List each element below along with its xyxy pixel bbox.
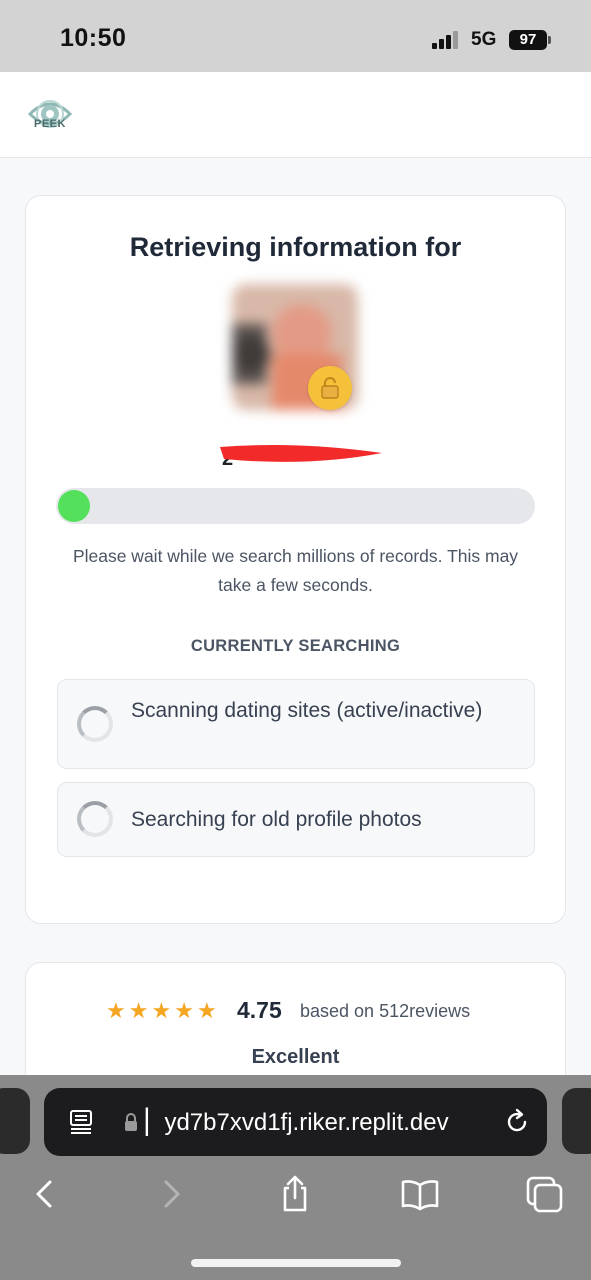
url-text[interactable]: ▏yd7b7xvd1fj.riker.replit.dev — [146, 1108, 449, 1137]
spinner-icon — [77, 706, 113, 742]
wait-message: Please wait while we search millions of … — [72, 546, 519, 595]
star-icon: ★ — [106, 998, 126, 1023]
battery-icon: 97 — [509, 30, 547, 50]
star-rating: ★ ★ ★ ★ ★ — [106, 1000, 217, 1022]
forward-icon[interactable] — [152, 1174, 192, 1214]
star-icon: ★ — [196, 998, 217, 1023]
search-item-dating-sites: Scanning dating sites (active/inactive) — [57, 679, 535, 769]
back-icon[interactable] — [24, 1174, 64, 1214]
star-icon: ★ — [128, 998, 149, 1023]
rating-word: Excellent — [251, 1046, 340, 1068]
section-label: CURRENTLY SEARCHING — [190, 637, 401, 655]
network-type: 5G — [471, 29, 497, 50]
redacted-phone-number: 2·· ··· ·· — [220, 445, 382, 467]
bookmarks-icon[interactable] — [400, 1174, 440, 1214]
battery-tip — [548, 36, 551, 44]
address-bar[interactable]: ▏yd7b7xvd1fj.riker.replit.dev — [44, 1088, 547, 1156]
search-item-profile-photos: Searching for old profile photos — [57, 782, 535, 857]
site-header — [0, 72, 591, 158]
star-icon: ★ — [174, 998, 194, 1023]
rating-value: 4.75 — [237, 997, 282, 1023]
logo-text: PEEK — [34, 118, 66, 130]
home-indicator[interactable] — [191, 1259, 401, 1267]
next-tab-preview[interactable] — [562, 1088, 591, 1154]
search-item-label: Searching for old profile photos — [131, 808, 422, 831]
star-icon: ★ — [151, 998, 172, 1023]
status-time: 10:50 — [60, 24, 127, 52]
reader-icon[interactable] — [68, 1109, 94, 1135]
lock-icon — [125, 1113, 137, 1131]
page-title: Retrieving information for — [129, 232, 462, 262]
search-item-label: Scanning dating sites (active/inactive) — [131, 699, 483, 722]
progress-bar-fill — [58, 490, 90, 522]
tabs-icon[interactable] — [525, 1174, 565, 1214]
spinner-icon — [77, 801, 113, 837]
share-icon[interactable] — [275, 1174, 315, 1214]
status-bar: 10:50 5G 97 — [0, 0, 591, 72]
lock-icon — [321, 377, 339, 399]
signal-strength-icon — [432, 31, 460, 49]
lock-badge — [308, 366, 352, 410]
reload-icon[interactable] — [503, 1108, 531, 1136]
review-count: based on 512reviews — [300, 1001, 471, 1021]
progress-bar-track — [56, 488, 535, 524]
search-progress-card: Retrieving information for 2·· ··· ·· Pl… — [25, 195, 566, 924]
previous-tab-preview[interactable] — [0, 1088, 30, 1154]
